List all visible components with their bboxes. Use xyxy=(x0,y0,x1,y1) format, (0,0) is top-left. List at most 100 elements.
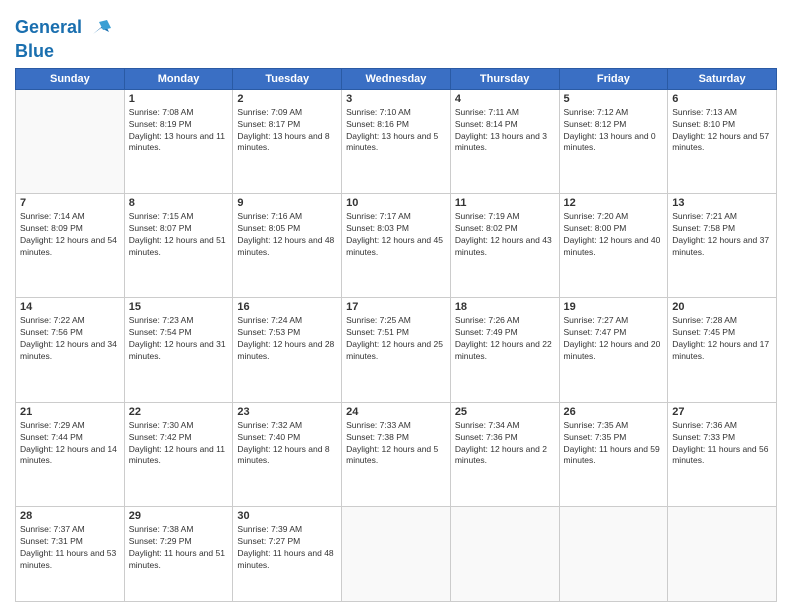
calendar-day-header: Friday xyxy=(559,68,668,89)
day-number: 13 xyxy=(672,197,772,209)
day-info: Sunrise: 7:19 AMSunset: 8:02 PMDaylight:… xyxy=(455,211,555,259)
day-info: Sunrise: 7:09 AMSunset: 8:17 PMDaylight:… xyxy=(237,107,337,155)
day-info: Sunrise: 7:29 AMSunset: 7:44 PMDaylight:… xyxy=(20,420,120,468)
calendar-cell xyxy=(342,507,451,602)
day-info: Sunrise: 7:08 AMSunset: 8:19 PMDaylight:… xyxy=(129,107,229,155)
calendar-table: SundayMondayTuesdayWednesdayThursdayFrid… xyxy=(15,68,777,602)
day-info: Sunrise: 7:25 AMSunset: 7:51 PMDaylight:… xyxy=(346,315,446,363)
calendar-week-row: 21 Sunrise: 7:29 AMSunset: 7:44 PMDayligh… xyxy=(16,402,777,506)
day-number: 25 xyxy=(455,406,555,418)
calendar-cell: 1Sunrise: 7:08 AMSunset: 8:19 PMDaylight… xyxy=(124,89,233,193)
day-info: Sunrise: 7:20 AMSunset: 8:00 PMDaylight:… xyxy=(564,211,664,259)
calendar-cell: 29Sunrise: 7:38 AMSunset: 7:29 PMDayligh… xyxy=(124,507,233,602)
day-number: 22 xyxy=(129,406,229,418)
calendar-cell: 15 Sunrise: 7:23 AMSunset: 7:54 PMDayligh… xyxy=(124,298,233,402)
logo: General Blue xyxy=(15,14,113,62)
calendar-week-row: 1Sunrise: 7:08 AMSunset: 8:19 PMDaylight… xyxy=(16,89,777,193)
calendar-cell: 11 Sunrise: 7:19 AMSunset: 8:02 PMDayligh… xyxy=(450,194,559,298)
day-number: 15 xyxy=(129,301,229,313)
calendar-cell: 4 Sunrise: 7:11 AMSunset: 8:14 PMDaylight… xyxy=(450,89,559,193)
day-number: 11 xyxy=(455,197,555,209)
calendar-week-row: 14 Sunrise: 7:22 AMSunset: 7:56 PMDayligh… xyxy=(16,298,777,402)
day-number: 3 xyxy=(346,93,446,105)
logo-icon xyxy=(85,14,113,42)
day-info: Sunrise: 7:27 AMSunset: 7:47 PMDaylight:… xyxy=(564,315,664,363)
day-info: Sunrise: 7:38 AMSunset: 7:29 PMDaylight:… xyxy=(129,524,229,572)
day-info: Sunrise: 7:23 AMSunset: 7:54 PMDaylight:… xyxy=(129,315,229,363)
day-info: Sunrise: 7:32 AMSunset: 7:40 PMDaylight:… xyxy=(237,420,337,468)
day-number: 14 xyxy=(20,301,120,313)
calendar-cell xyxy=(16,89,125,193)
day-info: Sunrise: 7:15 AMSunset: 8:07 PMDaylight:… xyxy=(129,211,229,259)
day-info: Sunrise: 7:21 AMSunset: 7:58 PMDaylight:… xyxy=(672,211,772,259)
day-info: Sunrise: 7:16 AMSunset: 8:05 PMDaylight:… xyxy=(237,211,337,259)
header: General Blue xyxy=(15,10,777,62)
logo-text: General xyxy=(15,18,82,38)
calendar-cell: 25 Sunrise: 7:34 AMSunset: 7:36 PMDayligh… xyxy=(450,402,559,506)
day-info: Sunrise: 7:39 AMSunset: 7:27 PMDaylight:… xyxy=(237,524,337,572)
day-info: Sunrise: 7:24 AMSunset: 7:53 PMDaylight:… xyxy=(237,315,337,363)
calendar-cell: 21 Sunrise: 7:29 AMSunset: 7:44 PMDayligh… xyxy=(16,402,125,506)
calendar-cell: 12 Sunrise: 7:20 AMSunset: 8:00 PMDayligh… xyxy=(559,194,668,298)
day-info: Sunrise: 7:33 AMSunset: 7:38 PMDaylight:… xyxy=(346,420,446,468)
day-info: Sunrise: 7:22 AMSunset: 7:56 PMDaylight:… xyxy=(20,315,120,363)
day-number: 4 xyxy=(455,93,555,105)
calendar-cell: 14 Sunrise: 7:22 AMSunset: 7:56 PMDayligh… xyxy=(16,298,125,402)
calendar-cell: 5 Sunrise: 7:12 AMSunset: 8:12 PMDaylight… xyxy=(559,89,668,193)
calendar-cell: 20Sunrise: 7:28 AMSunset: 7:45 PMDayligh… xyxy=(668,298,777,402)
calendar-cell: 27Sunrise: 7:36 AMSunset: 7:33 PMDayligh… xyxy=(668,402,777,506)
calendar-header-row: SundayMondayTuesdayWednesdayThursdayFrid… xyxy=(16,68,777,89)
day-info: Sunrise: 7:36 AMSunset: 7:33 PMDaylight:… xyxy=(672,420,772,468)
calendar-cell xyxy=(668,507,777,602)
calendar-day-header: Monday xyxy=(124,68,233,89)
calendar-cell: 28 Sunrise: 7:37 AMSunset: 7:31 PMDayligh… xyxy=(16,507,125,602)
day-info: Sunrise: 7:37 AMSunset: 7:31 PMDaylight:… xyxy=(20,524,120,572)
day-number: 24 xyxy=(346,406,446,418)
calendar-cell: 24 Sunrise: 7:33 AMSunset: 7:38 PMDayligh… xyxy=(342,402,451,506)
day-info: Sunrise: 7:30 AMSunset: 7:42 PMDaylight:… xyxy=(129,420,229,468)
day-info: Sunrise: 7:14 AMSunset: 8:09 PMDaylight:… xyxy=(20,211,120,259)
day-number: 9 xyxy=(237,197,337,209)
calendar-cell: 6Sunrise: 7:13 AMSunset: 8:10 PMDaylight… xyxy=(668,89,777,193)
calendar-cell: 19Sunrise: 7:27 AMSunset: 7:47 PMDayligh… xyxy=(559,298,668,402)
calendar-cell: 18 Sunrise: 7:26 AMSunset: 7:49 PMDayligh… xyxy=(450,298,559,402)
day-number: 18 xyxy=(455,301,555,313)
day-number: 10 xyxy=(346,197,446,209)
calendar-cell: 30 Sunrise: 7:39 AMSunset: 7:27 PMDayligh… xyxy=(233,507,342,602)
calendar-cell: 7Sunrise: 7:14 AMSunset: 8:09 PMDaylight… xyxy=(16,194,125,298)
day-number: 16 xyxy=(237,301,337,313)
day-info: Sunrise: 7:17 AMSunset: 8:03 PMDaylight:… xyxy=(346,211,446,259)
day-number: 5 xyxy=(564,93,664,105)
calendar-cell: 17Sunrise: 7:25 AMSunset: 7:51 PMDayligh… xyxy=(342,298,451,402)
day-info: Sunrise: 7:35 AMSunset: 7:35 PMDaylight:… xyxy=(564,420,664,468)
day-number: 6 xyxy=(672,93,772,105)
calendar-day-header: Wednesday xyxy=(342,68,451,89)
calendar-cell: 2 Sunrise: 7:09 AMSunset: 8:17 PMDaylight… xyxy=(233,89,342,193)
day-number: 30 xyxy=(237,510,337,522)
day-info: Sunrise: 7:34 AMSunset: 7:36 PMDaylight:… xyxy=(455,420,555,468)
calendar-week-row: 28 Sunrise: 7:37 AMSunset: 7:31 PMDayligh… xyxy=(16,507,777,602)
calendar-day-header: Sunday xyxy=(16,68,125,89)
calendar-cell xyxy=(559,507,668,602)
calendar-cell: 3 Sunrise: 7:10 AMSunset: 8:16 PMDaylight… xyxy=(342,89,451,193)
calendar-cell: 16 Sunrise: 7:24 AMSunset: 7:53 PMDayligh… xyxy=(233,298,342,402)
calendar-cell: 22 Sunrise: 7:30 AMSunset: 7:42 PMDayligh… xyxy=(124,402,233,506)
page: General Blue SundayMondayTuesdayWednesda… xyxy=(0,0,792,612)
calendar-day-header: Tuesday xyxy=(233,68,342,89)
day-number: 12 xyxy=(564,197,664,209)
day-number: 20 xyxy=(672,301,772,313)
calendar-cell: 9 Sunrise: 7:16 AMSunset: 8:05 PMDaylight… xyxy=(233,194,342,298)
calendar-cell: 13 Sunrise: 7:21 AMSunset: 7:58 PMDayligh… xyxy=(668,194,777,298)
day-number: 2 xyxy=(237,93,337,105)
day-number: 21 xyxy=(20,406,120,418)
day-info: Sunrise: 7:12 AMSunset: 8:12 PMDaylight:… xyxy=(564,107,664,155)
calendar-cell: 23 Sunrise: 7:32 AMSunset: 7:40 PMDayligh… xyxy=(233,402,342,506)
calendar-day-header: Saturday xyxy=(668,68,777,89)
calendar-cell: 8Sunrise: 7:15 AMSunset: 8:07 PMDaylight… xyxy=(124,194,233,298)
day-number: 23 xyxy=(237,406,337,418)
day-info: Sunrise: 7:11 AMSunset: 8:14 PMDaylight:… xyxy=(455,107,555,155)
logo-text-blue: Blue xyxy=(15,42,113,62)
day-number: 28 xyxy=(20,510,120,522)
day-info: Sunrise: 7:26 AMSunset: 7:49 PMDaylight:… xyxy=(455,315,555,363)
day-info: Sunrise: 7:10 AMSunset: 8:16 PMDaylight:… xyxy=(346,107,446,155)
